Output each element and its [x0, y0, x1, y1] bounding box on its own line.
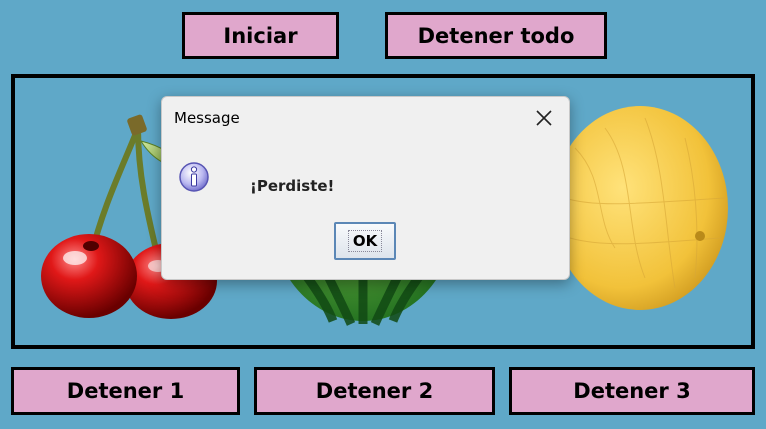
start-button[interactable]: Iniciar: [182, 12, 339, 59]
ok-button[interactable]: OK: [334, 222, 396, 260]
dialog-title: Message: [174, 109, 240, 127]
ok-label: OK: [347, 230, 383, 252]
dialog-message: ¡Perdiste!: [250, 177, 335, 195]
stop-reel-1-button[interactable]: Detener 1: [11, 367, 240, 415]
info-icon: [179, 162, 209, 192]
message-dialog: Message ¡Perdiste! OK: [161, 96, 570, 280]
stop-all-button[interactable]: Detener todo: [385, 12, 607, 59]
close-icon[interactable]: [526, 103, 562, 133]
stop-reel-3-button[interactable]: Detener 3: [509, 367, 755, 415]
stop-reel-2-button[interactable]: Detener 2: [254, 367, 495, 415]
